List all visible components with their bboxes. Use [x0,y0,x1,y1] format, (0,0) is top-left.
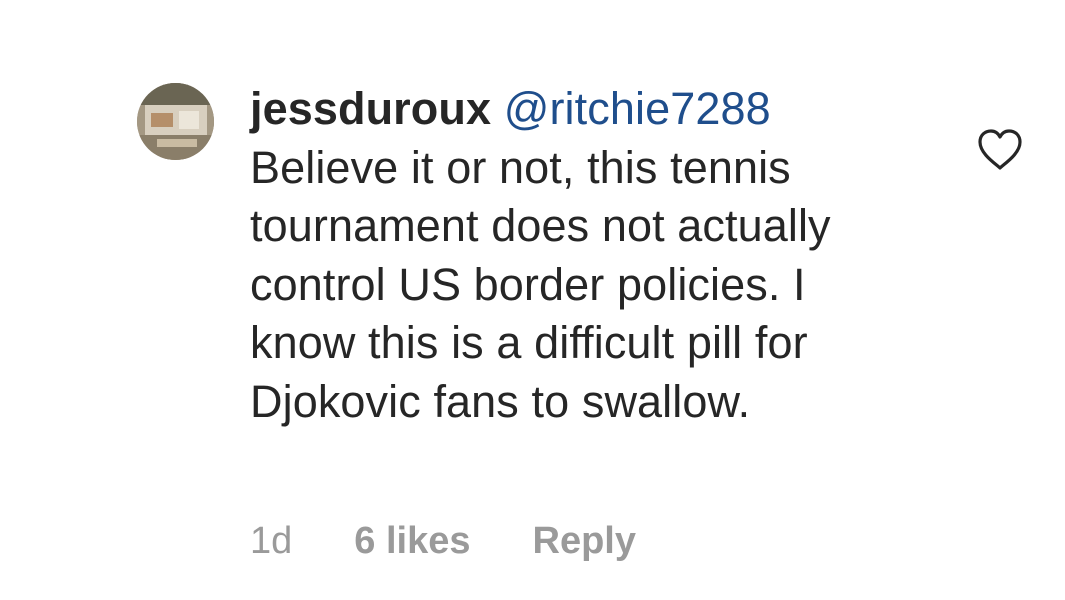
comment-mention[interactable]: @ritchie7288 [504,83,771,134]
like-button [978,129,1022,170]
comment-body: jessduroux @ritchie7288 Believe it or no… [250,80,930,431]
avatar[interactable] [137,83,214,160]
comment-meta: 1d 6 likes Reply [250,516,636,566]
comment-text: Believe it or not, this tennis tournamen… [250,141,844,427]
comment-text-block: jessduroux @ritchie7288 Believe it or no… [250,80,930,431]
comment-likes-count[interactable]: 6 likes [354,516,470,566]
comment-timestamp: 1d [250,520,293,562]
heart-outline-icon[interactable] [976,128,1024,172]
reply-button[interactable]: Reply [533,516,636,566]
comment-username[interactable]: jessduroux [250,83,491,134]
comment-item: jessduroux @ritchie7288 Believe it or no… [0,0,1065,600]
avatar-image [137,83,214,160]
